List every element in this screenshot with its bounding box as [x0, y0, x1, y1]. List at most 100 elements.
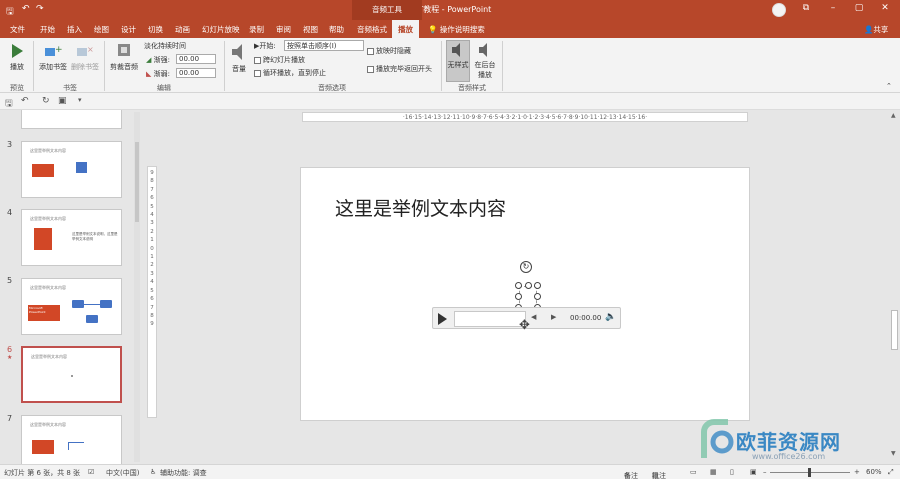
tab-help[interactable]: 帮助 [329, 24, 344, 35]
vertical-scrollbar[interactable]: ▲ ▼ [889, 110, 900, 464]
tab-audio-format[interactable]: 音频格式 [357, 24, 387, 35]
checkbox[interactable] [254, 69, 261, 77]
fade-in-icon: ◢ [146, 56, 152, 64]
rewind-checkbox[interactable]: 播放完毕返回开头 [367, 64, 432, 74]
rewind-icon[interactable]: ◀ [531, 313, 536, 321]
thumbnail-image [32, 164, 54, 177]
help-search[interactable]: 💡 操作说明搜索 [428, 24, 485, 35]
watermark: 欧菲资源网 www.office26.com [694, 418, 894, 466]
slide-canvas[interactable]: 这里是举例文本内容 ↻ ◀ ▶ 00:00.00 🔈 ✥ [300, 167, 750, 421]
scrollbar-thumb[interactable] [891, 310, 898, 350]
slide-title[interactable]: 这里是举例文本内容 [335, 194, 506, 221]
accessibility-icon: ♿ [150, 468, 157, 476]
play-in-background-button[interactable]: 在后台播放 [472, 42, 498, 80]
start-label: ▶开始: [254, 42, 276, 50]
resize-handle[interactable] [515, 282, 522, 289]
tab-playback[interactable]: 播放 [392, 20, 419, 38]
fade-in-input[interactable]: 00.00 [176, 54, 216, 64]
volume-button[interactable]: 音量 [228, 42, 250, 74]
slide-thumbnail-2[interactable] [21, 110, 122, 129]
speaker-icon [232, 44, 242, 60]
slideshow-view-icon[interactable]: ▣ [750, 468, 757, 476]
minimize-button[interactable]: – [826, 3, 840, 13]
volume-icon[interactable]: 🔈 [605, 312, 616, 322]
collapse-ribbon-icon[interactable]: ⌃ [886, 82, 892, 90]
tab-file[interactable]: 文件 [10, 24, 25, 35]
thumbnail-shape [76, 162, 87, 173]
ribbon-display-icon[interactable]: ⧉ [799, 3, 813, 13]
thumbnail-body: 这里是举例文本说明，这里是举例文本说明 [72, 232, 118, 241]
add-bookmark-button[interactable]: + 添加书签 [38, 42, 68, 72]
checkbox[interactable] [254, 56, 261, 64]
slide-info: 幻灯片 第 6 张，共 8 张 [4, 469, 81, 477]
slide-sorter-icon[interactable]: ▦ [710, 468, 717, 476]
thumbnail-scrollbar[interactable] [134, 112, 140, 462]
zoom-in-button[interactable]: + [854, 468, 860, 476]
zoom-level[interactable]: 60% [866, 468, 882, 476]
rotate-handle-icon[interactable]: ↻ [520, 261, 532, 273]
context-tab-audio-tools: 音频工具 [352, 0, 422, 20]
slide-thumbnail-3[interactable]: 这里是举例文本内容 [21, 141, 122, 198]
cross-slides-checkbox[interactable]: 跨幻灯片播放 [254, 55, 305, 65]
close-button[interactable]: ✕ [878, 3, 892, 13]
resize-handle[interactable] [515, 293, 522, 300]
audio-progress-track[interactable] [454, 311, 526, 327]
speaker-icon [452, 43, 460, 57]
accessibility-status[interactable]: 辅助功能: 调查 [160, 468, 207, 478]
loop-checkbox[interactable]: 循环播放，直到停止 [254, 68, 326, 78]
ribbon: 播放 预览 + 添加书签 × 删除书签 书签 剪裁音频 淡化持续时间 ◢ 渐强:… [0, 38, 900, 93]
group-label-audio-options: 音频选项 [318, 84, 346, 92]
move-handle-icon[interactable]: ✥ [519, 318, 530, 333]
spellcheck-icon[interactable]: ☑ [88, 468, 94, 476]
redo-icon[interactable]: ↻ [42, 96, 50, 106]
group-label-preview: 预览 [10, 84, 24, 92]
group-separator [104, 41, 105, 91]
scrollbar-thumb[interactable] [135, 142, 139, 222]
remove-bookmark-icon: × [77, 45, 94, 56]
resize-handle[interactable] [525, 282, 532, 289]
share-button[interactable]: 👤共享 [864, 24, 888, 35]
slide-thumbnail-6[interactable]: 这里是举例文本内容 [21, 346, 122, 403]
fit-slide-icon[interactable]: ⤢ [888, 468, 894, 477]
start-select[interactable]: 按照单击顺序(I) [284, 40, 364, 51]
remove-bookmark-button[interactable]: × 删除书签 [70, 42, 100, 72]
hide-during-show-checkbox[interactable]: 放映时隐藏 [367, 46, 411, 56]
slide-thumbnail-4[interactable]: 这里是举例文本内容 这里是举例文本说明，这里是举例文本说明 [21, 209, 122, 266]
tab-insert[interactable]: 插入 [67, 24, 82, 35]
slide-thumbnail-5[interactable]: 这里是举例文本内容 Microsoft PowerPoint [21, 278, 122, 335]
slide-thumbnail-7[interactable]: 这里是举例文本内容 [21, 415, 122, 464]
tab-transitions[interactable]: 切换 [148, 24, 163, 35]
tab-design[interactable]: 设计 [121, 24, 136, 35]
checkbox[interactable] [367, 47, 374, 55]
tab-record[interactable]: 录制 [249, 24, 264, 35]
checkbox[interactable] [367, 65, 374, 73]
svg-text:+: + [55, 45, 62, 55]
thumbnail-shape [86, 315, 98, 323]
scroll-up-icon[interactable]: ▲ [891, 112, 896, 119]
thumbnail-shape [68, 442, 84, 450]
tab-view[interactable]: 视图 [303, 24, 318, 35]
tab-animations[interactable]: 动画 [175, 24, 190, 35]
tab-draw[interactable]: 绘图 [94, 24, 109, 35]
tab-slideshow[interactable]: 幻灯片放映 [202, 24, 240, 35]
forward-icon[interactable]: ▶ [551, 313, 556, 321]
trim-audio-button[interactable]: 剪裁音频 [108, 42, 140, 72]
tab-home[interactable]: 开始 [40, 24, 55, 35]
play-icon[interactable] [438, 313, 447, 325]
fade-out-input[interactable]: 00.00 [176, 68, 216, 78]
normal-view-icon[interactable]: ▭ [690, 468, 697, 476]
resize-handle[interactable] [534, 282, 541, 289]
resize-handle[interactable] [534, 293, 541, 300]
maximize-button[interactable]: ▢ [852, 3, 866, 13]
avatar[interactable] [772, 3, 786, 17]
zoom-slider-thumb[interactable] [808, 468, 811, 477]
zoom-out-button[interactable]: – [763, 468, 767, 476]
customize-qat-icon[interactable]: ▾ [78, 96, 82, 104]
play-button[interactable]: 播放 [6, 42, 28, 72]
tab-review[interactable]: 审阅 [276, 24, 291, 35]
group-separator [441, 41, 442, 91]
reading-view-icon[interactable]: ▯ [730, 468, 734, 476]
language-indicator[interactable]: 中文(中国) [106, 468, 139, 478]
undo-icon[interactable]: ↶ [21, 96, 29, 106]
start-slideshow-icon[interactable]: ▣ [58, 96, 67, 106]
